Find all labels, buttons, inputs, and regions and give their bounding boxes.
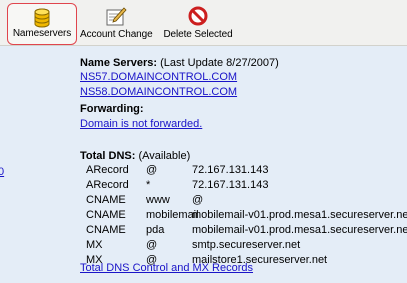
nameservers-section-header: Name Servers: (Last Update 8/27/2007) <box>80 57 279 69</box>
record-type: MX <box>86 239 103 251</box>
record-type: CNAME <box>86 209 126 221</box>
nameservers-label: Nameservers <box>12 28 72 39</box>
nameserver-link-2[interactable]: NS58.DOMAINCONTROL.COM <box>80 86 237 98</box>
record-type: ARecord <box>86 179 129 191</box>
record-type: CNAME <box>86 224 126 236</box>
record-value: smtp.secureserver.net <box>192 239 301 251</box>
nameservers-update-note: (Last Update 8/27/2007) <box>160 57 279 69</box>
delete-selected-button[interactable]: Delete Selected <box>158 3 238 45</box>
forwarding-heading: Forwarding: <box>80 103 144 115</box>
record-host: mobilemail <box>146 209 199 221</box>
dns-available-note: (Available) <box>138 150 191 162</box>
nameservers-button[interactable]: Nameservers <box>7 3 77 45</box>
delete-icon <box>188 6 208 26</box>
record-value: 72.167.131.143 <box>192 179 269 191</box>
left-edge-link[interactable]: 0 <box>0 166 4 178</box>
record-value: @ <box>192 194 204 206</box>
record-host: pda <box>146 224 165 236</box>
database-icon <box>34 8 50 28</box>
record-value: mobilemail-v01.prod.mesa1.secureserver.n… <box>192 224 407 236</box>
account-change-button[interactable]: Account Change <box>80 3 153 45</box>
account-change-label: Account Change <box>80 29 153 40</box>
toolbar: Nameservers Account Change Delete Select… <box>0 0 407 46</box>
record-host: @ <box>146 239 158 251</box>
forwarding-status-link[interactable]: Domain is not forwarded. <box>80 118 202 130</box>
record-type: CNAME <box>86 194 126 206</box>
record-type: ARecord <box>86 164 129 176</box>
dns-heading: Total DNS: <box>80 150 136 162</box>
nameservers-heading: Name Servers: <box>80 57 158 69</box>
nameserver-link-1[interactable]: NS57.DOMAINCONTROL.COM <box>80 71 237 83</box>
record-value: mobilemail-v01.prod.mesa1.secureserver.n… <box>192 209 407 221</box>
delete-selected-label: Delete Selected <box>163 29 233 40</box>
total-dns-control-link[interactable]: Total DNS Control and MX Records <box>80 262 253 274</box>
record-value: 72.167.131.143 <box>192 164 269 176</box>
record-host: * <box>146 179 151 191</box>
edit-form-icon <box>106 7 127 26</box>
record-host: @ <box>146 164 158 176</box>
record-host: www <box>146 194 170 206</box>
dns-section-header: Total DNS: (Available) <box>80 150 190 162</box>
